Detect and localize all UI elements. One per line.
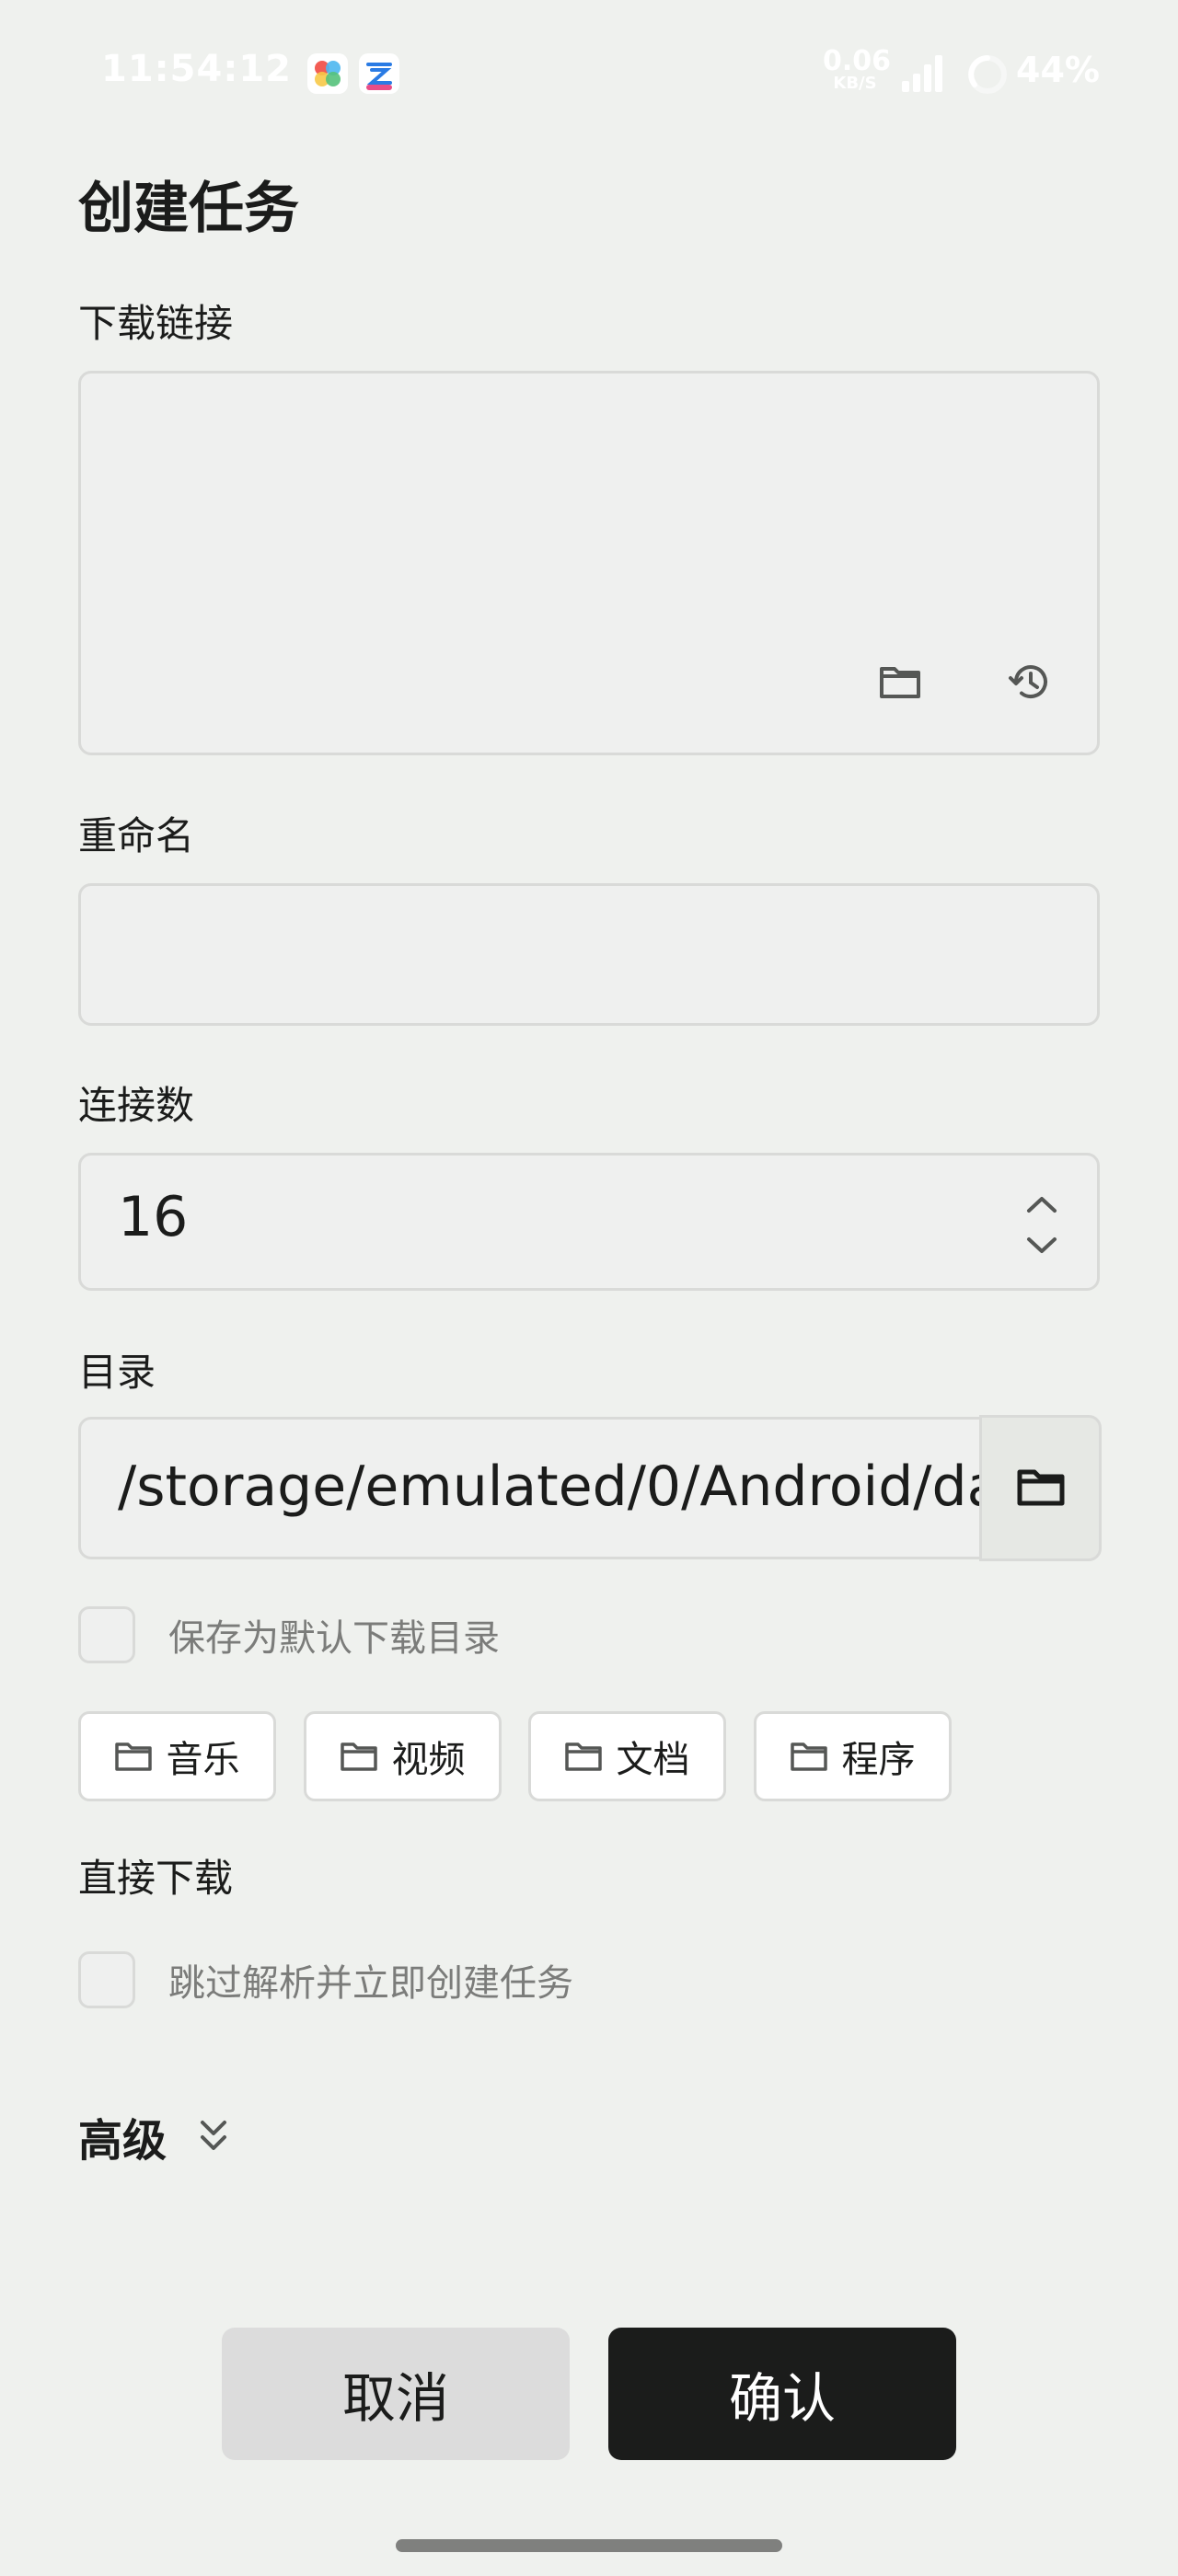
download-link-field[interactable] xyxy=(78,371,1100,755)
directory-label: 目录 xyxy=(78,1350,156,1395)
advanced-label: 高级 xyxy=(78,2115,167,2167)
directory-field[interactable]: /storage/emulated/0/Android/data xyxy=(78,1417,1100,1559)
app-icon-cloud xyxy=(359,53,399,94)
rename-field[interactable] xyxy=(78,883,1100,1026)
save-default-row[interactable]: 保存为默认下载目录 xyxy=(78,1605,500,1664)
connections-stepper[interactable] xyxy=(1014,1183,1069,1266)
rename-label: 重命名 xyxy=(78,813,195,858)
dialog-title: 创建任务 xyxy=(78,177,299,241)
chevron-down-icon[interactable] xyxy=(1014,1225,1069,1266)
folder-icon xyxy=(114,1742,152,1771)
folder-icon xyxy=(564,1742,602,1771)
folder-icon xyxy=(340,1742,377,1771)
save-default-checkbox[interactable] xyxy=(78,1606,135,1663)
directory-browse-button[interactable] xyxy=(979,1415,1102,1561)
quick-dir-music[interactable]: 音乐 xyxy=(78,1711,276,1801)
app-icon-colorful xyxy=(307,53,348,94)
battery-percent: 44% xyxy=(1016,50,1100,90)
confirm-button[interactable]: 确认 xyxy=(608,2328,956,2460)
quick-dir-documents[interactable]: 文档 xyxy=(528,1711,726,1801)
direct-download-checkbox[interactable] xyxy=(78,1951,135,2008)
home-indicator[interactable] xyxy=(396,2539,782,2552)
folder-icon xyxy=(790,1742,827,1771)
create-task-screen: 11:54:12 0.06 KB/S 44% 创建任务 下载链接 重命名 连接数… xyxy=(0,0,1178,2576)
signal-icon xyxy=(900,53,946,94)
status-time: 11:54:12 xyxy=(101,48,292,90)
status-bar: 11:54:12 0.06 KB/S 44% xyxy=(0,0,1178,147)
direct-download-option-label: 跳过解析并立即创建任务 xyxy=(168,1962,573,2005)
cancel-button[interactable]: 取消 xyxy=(222,2328,570,2460)
quick-dir-programs[interactable]: 程序 xyxy=(754,1711,952,1801)
history-icon[interactable] xyxy=(987,640,1070,723)
chevron-up-icon[interactable] xyxy=(1014,1183,1069,1225)
direct-download-row[interactable]: 跳过解析并立即创建任务 xyxy=(78,1950,573,2009)
advanced-toggle[interactable]: 高级 xyxy=(78,2099,229,2173)
rename-input[interactable] xyxy=(118,886,1057,1023)
network-speed: 0.06 KB/S xyxy=(823,45,892,93)
download-link-label: 下载链接 xyxy=(78,301,234,346)
folder-icon[interactable] xyxy=(859,640,941,723)
directory-value[interactable]: /storage/emulated/0/Android/data xyxy=(118,1455,1047,1519)
save-default-label: 保存为默认下载目录 xyxy=(168,1617,500,1660)
double-chevron-down-icon[interactable] xyxy=(198,2115,229,2157)
connections-label: 连接数 xyxy=(78,1083,195,1128)
connections-value[interactable]: 16 xyxy=(118,1185,188,1249)
direct-download-label: 直接下载 xyxy=(78,1856,234,1901)
connections-field[interactable]: 16 xyxy=(78,1153,1100,1291)
battery-ring-icon xyxy=(966,53,1009,96)
quick-dir-video[interactable]: 视频 xyxy=(304,1711,502,1801)
folder-icon xyxy=(1017,1466,1065,1511)
download-link-input[interactable] xyxy=(99,392,1075,622)
